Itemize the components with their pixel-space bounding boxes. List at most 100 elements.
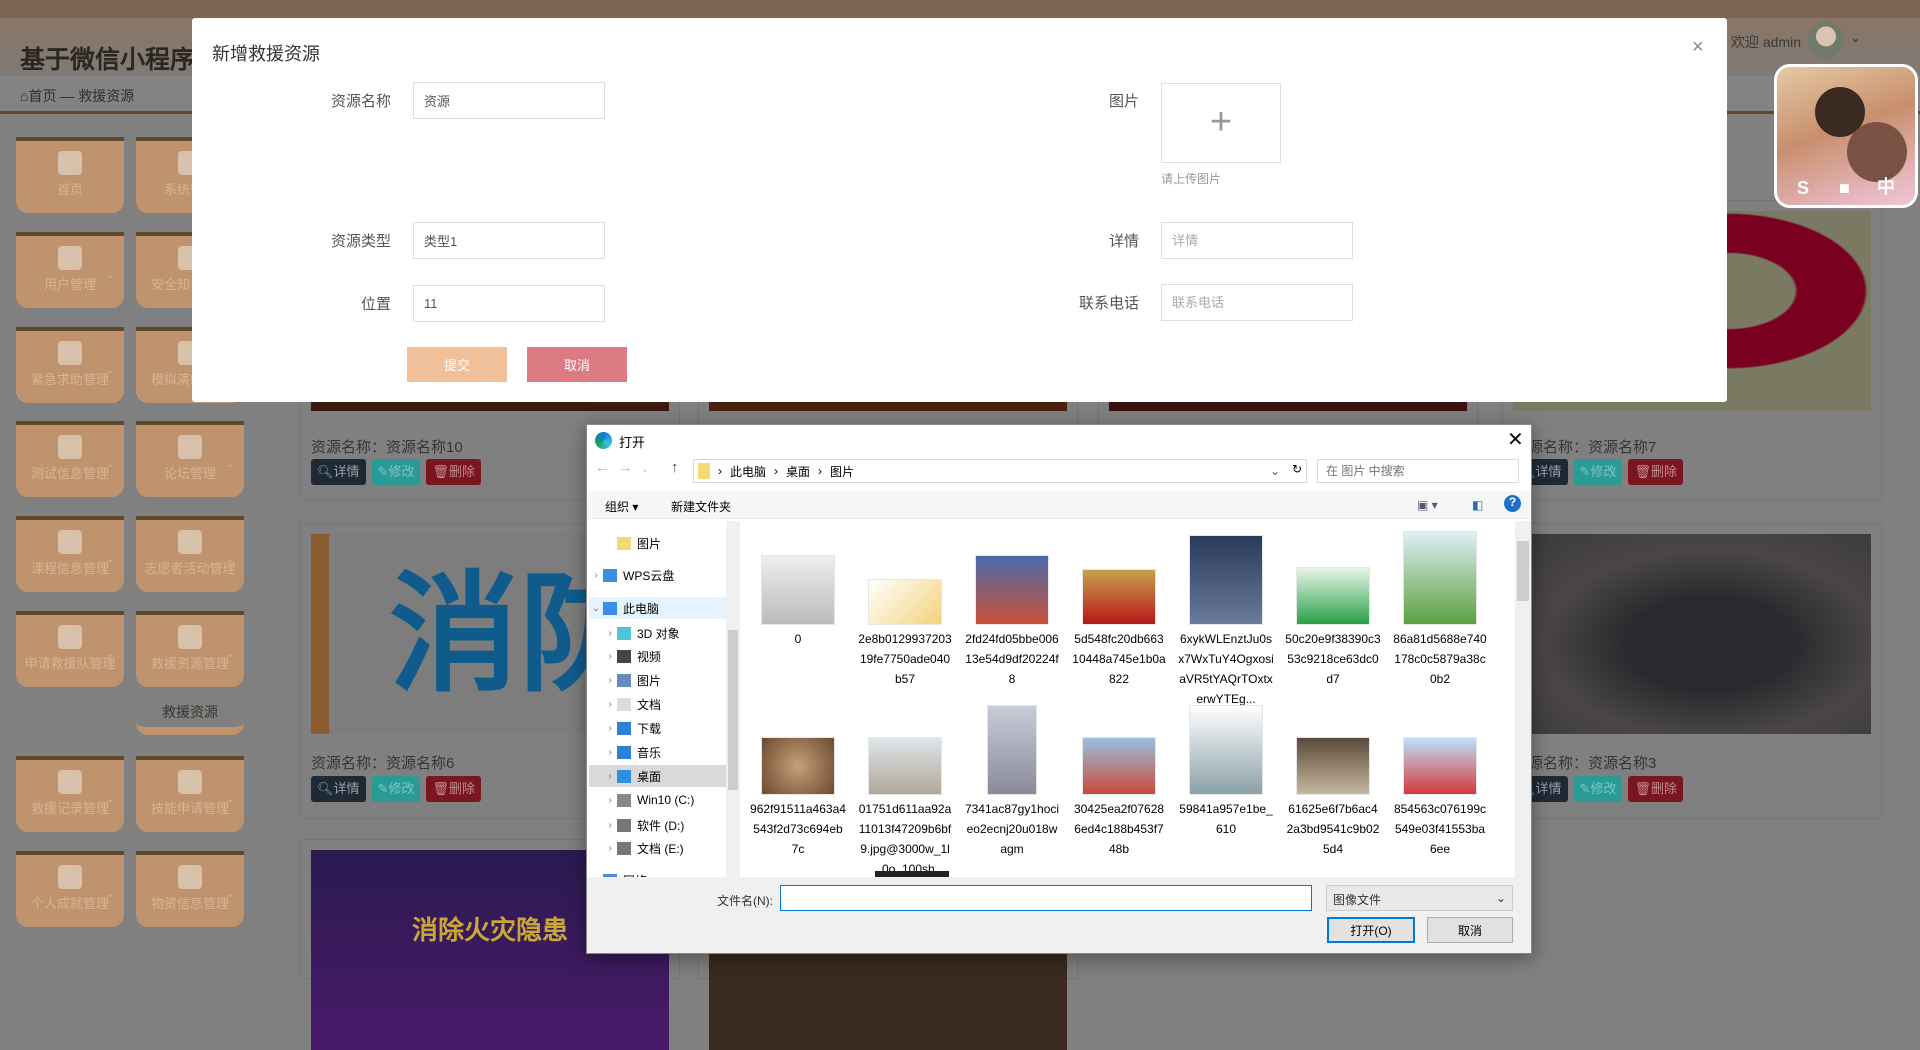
delete-button[interactable]: 🗑︎删除 (1628, 459, 1683, 485)
sidebar-tile[interactable]: 志愿者活动管理 ⌄ (136, 516, 244, 592)
file-item[interactable]: 5d548fc20db66310448a745e1b0a822 (1068, 531, 1170, 689)
location-input[interactable] (413, 285, 605, 322)
up-arrow-icon[interactable]: ↑ (671, 459, 679, 476)
nav-tree-item[interactable]: ⌄ 此电脑 (589, 597, 729, 619)
chevron-right-icon[interactable]: › (603, 771, 617, 782)
sidebar-tile[interactable]: 课程信息管理 ⌄ (16, 516, 124, 592)
phone-input[interactable] (1161, 284, 1353, 321)
avatar[interactable] (1808, 22, 1844, 58)
back-arrow-icon[interactable]: ← (595, 459, 618, 476)
new-folder-button[interactable]: 新建文件夹 (671, 498, 731, 515)
file-item[interactable]: 2e8b012993720319fe7750ade040b57 (854, 531, 956, 689)
file-item[interactable]: 61625e6f7b6ac42a3bd9541c9b025d4 (1282, 701, 1384, 859)
nav-tree-item[interactable]: › 文档 (E:) (589, 837, 729, 859)
sidebar-tile[interactable]: 技能申请管理 ⌄ (136, 756, 244, 832)
close-icon[interactable]: ✕ (1507, 427, 1524, 452)
chevron-right-icon[interactable]: › (603, 699, 617, 710)
close-icon[interactable]: × (1692, 36, 1704, 59)
file-item[interactable]: 962f91511a463a4543f2d73c694eb7c (747, 701, 849, 859)
path-segment[interactable]: 此电脑 (730, 463, 766, 480)
nav-tree-item[interactable]: › 音乐 (589, 741, 729, 763)
help-icon[interactable]: ? (1504, 495, 1521, 512)
sidebar-tile[interactable]: 救援记录管理 ⌄ (16, 756, 124, 832)
submit-button[interactable]: 提交 (407, 347, 507, 382)
chevron-right-icon[interactable]: › (603, 628, 617, 639)
resource-name-input[interactable] (413, 82, 605, 119)
nav-tree-item[interactable]: › 下载 (589, 717, 729, 739)
nav-tree-item[interactable]: › 3D 对象 (589, 622, 729, 644)
chevron-right-icon[interactable]: › (603, 723, 617, 734)
chevron-right-icon[interactable]: › (603, 795, 617, 806)
skin-shirt-icon[interactable]: ■ (1839, 178, 1850, 199)
organize-menu[interactable]: 组织 ▾ (605, 498, 638, 515)
nav-tree-item[interactable]: › 桌面 (589, 765, 729, 787)
chevron-right-icon[interactable]: › (589, 570, 603, 581)
file-type-select[interactable]: 图像文件 ⌄ (1326, 885, 1513, 911)
file-item[interactable]: 2fd24fd05bbe00613e54d9df20224f8 (961, 531, 1063, 689)
file-item[interactable]: 01751d611aa92a11013f47209b6bf9.jpg@3000w… (854, 701, 956, 877)
sidebar-tile[interactable]: 紧急求助管理 ⌄ (16, 327, 124, 403)
address-bar[interactable]: › 此电脑 › 桌面 › 图片 ⌄ ↻ (693, 459, 1307, 483)
detail-button[interactable]: 🔍︎详情 (311, 776, 366, 802)
cancel-button[interactable]: 取消 (527, 347, 627, 382)
nav-tree-item[interactable]: › 图片 (589, 669, 729, 691)
preview-pane-icon[interactable]: ◧ (1472, 498, 1483, 512)
sidebar-tile[interactable]: 救援资源管理 ⌄ (136, 611, 244, 687)
nav-tree-item[interactable]: › WPS云盘 (589, 564, 729, 586)
chevron-right-icon[interactable]: › (603, 747, 617, 758)
detail-button[interactable]: 🔍︎详情 (311, 459, 366, 485)
delete-button[interactable]: 🗑︎删除 (1628, 776, 1683, 802)
chevron-right-icon[interactable]: › (603, 675, 617, 686)
delete-button[interactable]: 🗑︎删除 (426, 776, 481, 802)
chevron-right-icon[interactable]: › (603, 843, 617, 854)
sidebar-tile[interactable]: 个人成就管理 ⌄ (16, 851, 124, 927)
cancel-button[interactable]: 取消 (1427, 917, 1513, 943)
breadcrumb-home[interactable]: 首页 (28, 88, 56, 104)
file-item[interactable]: 59841a957e1be_610 (1175, 701, 1277, 839)
resource-type-input[interactable] (413, 222, 605, 259)
edit-button[interactable]: ✎修改 (1573, 459, 1623, 485)
ime-s-icon[interactable]: S (1797, 178, 1809, 199)
path-segment[interactable]: 桌面 (786, 463, 810, 480)
file-item[interactable]: 30425ea2f076286ed4c188b453f748b (1068, 701, 1170, 859)
chevron-right-icon[interactable]: › (603, 651, 617, 662)
sidebar-tile[interactable]: 论坛管理 ⌄ (136, 421, 244, 497)
nav-tree-item[interactable]: ›网络 (589, 869, 729, 877)
edit-button[interactable]: ✎修改 (1573, 776, 1623, 802)
chevron-right-icon[interactable]: › (603, 820, 617, 831)
chevron-down-icon[interactable]: ⌄ (1850, 30, 1861, 46)
file-item[interactable]: 0 (747, 531, 849, 649)
nav-tree-item[interactable]: › Win10 (C:) (589, 789, 729, 811)
refresh-icon[interactable]: ↻ (1292, 462, 1302, 476)
file-item[interactable]: 50c20e9f38390c353c9218ce63dc0d7 (1282, 531, 1384, 689)
forward-arrow-icon[interactable]: → (618, 459, 641, 476)
sidebar-tile[interactable]: 首页 (16, 137, 124, 213)
search-input[interactable] (1317, 459, 1519, 483)
nav-scrollbar-thumb[interactable] (728, 630, 738, 790)
image-upload-button[interactable]: + (1161, 83, 1281, 163)
ime-language-toggle[interactable]: 中 (1877, 173, 1895, 199)
view-options-icon[interactable]: ▣ ▾ (1417, 498, 1438, 512)
delete-button[interactable]: 🗑︎删除 (426, 459, 481, 485)
file-item[interactable]: 6xykWLEnztJu0sx7WxTuY4OgxosiaVR5tYAQrTOx… (1175, 531, 1277, 709)
nav-tree-item[interactable]: 图片 (589, 532, 729, 554)
sidebar-tile[interactable]: 申请救援队管理 ⌄ (16, 611, 124, 687)
sidebar-tile[interactable]: 用户管理 ⌄ (16, 232, 124, 308)
nav-tree-item[interactable]: › 文档 (589, 693, 729, 715)
floating-ime-widget[interactable]: S ■ 中 (1774, 64, 1918, 208)
file-item[interactable]: 854563c076199c549e03f41553ba6ee (1389, 701, 1491, 859)
nav-tree-item[interactable]: › 软件 (D:) (589, 814, 729, 836)
sidebar-tile[interactable]: 物资信息管理 ⌄ (136, 851, 244, 927)
chevron-down-icon[interactable]: ⌄ (1270, 464, 1280, 478)
filename-input[interactable] (780, 885, 1312, 911)
detail-input[interactable] (1161, 222, 1353, 259)
file-scrollbar-thumb[interactable] (1517, 541, 1529, 601)
submenu-item-rescue-resource[interactable]: 救援资源 (136, 698, 244, 735)
sidebar-tile[interactable]: 测试信息管理 ⌄ (16, 421, 124, 497)
path-segment[interactable]: 图片 (830, 463, 854, 480)
edit-button[interactable]: ✎修改 (371, 776, 421, 802)
file-item[interactable]: 86a81d5688e740178c0c5879a38c0b2 (1389, 531, 1491, 689)
file-item[interactable]: 7341ac87gy1hocieo2ecnj20u018wagm (961, 701, 1063, 859)
chevron-down-icon[interactable]: ⌄ (589, 603, 603, 614)
open-button[interactable]: 打开(O) (1327, 917, 1415, 943)
